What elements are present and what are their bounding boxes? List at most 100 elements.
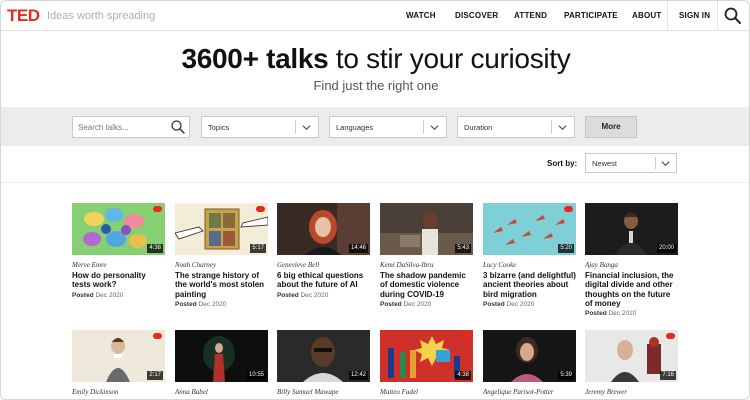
ted-badge bbox=[256, 206, 265, 212]
speaker-name: Merve Emre bbox=[72, 261, 107, 269]
talk-title[interactable]: Financial inclusion, the digital divide … bbox=[585, 271, 678, 308]
talk-title[interactable]: 3 bizarre (and delightful) ancient theor… bbox=[483, 271, 576, 299]
talk-thumbnail[interactable]: 5:43 bbox=[380, 203, 473, 255]
sign-in-link[interactable]: SIGN IN bbox=[679, 11, 710, 20]
talk-card[interactable]: 4:38 Merve Emre How do personality tests… bbox=[72, 203, 165, 299]
sort-select[interactable]: Newest bbox=[585, 153, 677, 173]
posted-date: Posted Dec 2020 bbox=[277, 291, 329, 299]
more-filters-button[interactable]: More bbox=[585, 116, 637, 138]
page-subtitle: Find just the right one bbox=[313, 78, 439, 93]
chevron-down-icon bbox=[558, 125, 567, 131]
nav-participate[interactable]: PARTICIPATE bbox=[564, 11, 618, 20]
duration-select[interactable]: Duration bbox=[457, 116, 575, 138]
ted-badge bbox=[666, 333, 675, 339]
talk-card[interactable]: 20:00 Ajay Banga Financial inclusion, th… bbox=[585, 203, 678, 317]
topics-select[interactable]: Topics bbox=[201, 116, 319, 138]
talk-title[interactable]: How do personality tests work? bbox=[72, 271, 165, 290]
talk-thumbnail[interactable]: 4:38 bbox=[72, 203, 165, 255]
duration-badge: 2:17 bbox=[147, 371, 163, 380]
talk-card[interactable]: 7:16 Jeremy Brewer bbox=[585, 330, 678, 396]
talk-thumbnail[interactable]: 10:55 bbox=[175, 330, 268, 382]
talk-thumbnail[interactable]: 5:17 bbox=[175, 203, 268, 255]
duration-badge: 14:46 bbox=[348, 244, 368, 253]
posted-date: Posted Dec 2020 bbox=[380, 300, 432, 308]
nav-about[interactable]: ABOUT bbox=[632, 11, 661, 20]
divider bbox=[1, 182, 749, 183]
talk-card[interactable]: 5:39 Angelique Parisot-Potter bbox=[483, 330, 576, 396]
select-divider bbox=[295, 120, 296, 134]
talk-thumbnail[interactable]: 5:39 bbox=[483, 330, 576, 382]
talk-thumbnail[interactable]: 7:16 bbox=[585, 330, 678, 382]
search-box bbox=[72, 116, 190, 138]
nav-watch[interactable]: WATCH bbox=[406, 11, 436, 20]
speaker-name: Matteo Fadel bbox=[380, 388, 418, 396]
posted-date: Posted Dec 2020 bbox=[175, 300, 227, 308]
search-icon[interactable] bbox=[723, 6, 743, 26]
speaker-name: Noah Charney bbox=[175, 261, 217, 269]
speaker-name: Emily Dickinson bbox=[72, 388, 119, 396]
talk-title[interactable]: 6 big ethical questions about the future… bbox=[277, 271, 370, 290]
ted-badge bbox=[564, 206, 573, 212]
chevron-down-icon bbox=[661, 161, 670, 167]
duration-badge: 4:38 bbox=[147, 244, 163, 253]
page-frame: TED Ideas worth spreading WATCH DISCOVER… bbox=[0, 0, 750, 400]
ted-logo[interactable]: TED bbox=[7, 6, 40, 26]
nav-discover[interactable]: DISCOVER bbox=[455, 11, 498, 20]
topics-label: Topics bbox=[208, 123, 230, 132]
languages-select[interactable]: Languages bbox=[329, 116, 447, 138]
talk-card[interactable]: 14:46 Genevieve Bell 6 big ethical quest… bbox=[277, 203, 370, 299]
filter-bar: Topics Languages Duration More bbox=[1, 107, 749, 146]
chevron-down-icon bbox=[302, 125, 311, 131]
speaker-name: Jeremy Brewer bbox=[585, 388, 628, 396]
speaker-name: Angelique Parisot-Potter bbox=[483, 388, 554, 396]
talk-title[interactable]: The strange history of the world's most … bbox=[175, 271, 268, 299]
talk-thumbnail[interactable]: 12:42 bbox=[277, 330, 370, 382]
talk-card[interactable]: 2:17 Emily Dickinson bbox=[72, 330, 165, 396]
speaker-name: Billy Samuel Mawape bbox=[277, 388, 339, 396]
nav-divider bbox=[667, 1, 668, 31]
talk-card[interactable]: 5:20 Lucy Cooke 3 bizarre (and delightfu… bbox=[483, 203, 576, 308]
speaker-name: Genevieve Bell bbox=[277, 261, 320, 269]
talk-card[interactable]: 12:42 Billy Samuel Mawape bbox=[277, 330, 370, 396]
search-icon[interactable] bbox=[170, 119, 186, 135]
talk-card[interactable]: 5:43 Kemi DaSilva-Ibru The shadow pandem… bbox=[380, 203, 473, 308]
talk-card[interactable]: 5:17 Noah Charney The strange history of… bbox=[175, 203, 268, 308]
duration-badge: 5:39 bbox=[558, 371, 574, 380]
duration-badge: 5:20 bbox=[558, 244, 574, 253]
talk-card[interactable]: 4:38 Matteo Fadel bbox=[380, 330, 473, 396]
duration-badge: 10:55 bbox=[246, 371, 266, 380]
posted-date: Posted Dec 2020 bbox=[72, 291, 124, 299]
top-header: TED Ideas worth spreading WATCH DISCOVER… bbox=[1, 1, 749, 31]
select-divider bbox=[423, 120, 424, 134]
chevron-down-icon bbox=[430, 125, 439, 131]
ted-badge bbox=[153, 333, 162, 339]
ted-badge bbox=[461, 333, 470, 339]
nav-divider bbox=[717, 1, 718, 31]
duration-badge: 7:16 bbox=[660, 371, 676, 380]
speaker-name: Kemi DaSilva-Ibru bbox=[380, 261, 434, 269]
nav-attend[interactable]: ATTEND bbox=[514, 11, 547, 20]
duration-badge: 20:00 bbox=[656, 244, 676, 253]
talk-card[interactable]: 10:55 Anna Babel bbox=[175, 330, 268, 396]
talk-thumbnail[interactable]: 5:20 bbox=[483, 203, 576, 255]
duration-badge: 5:43 bbox=[455, 244, 471, 253]
posted-date: Posted Dec 2020 bbox=[483, 300, 535, 308]
search-input[interactable] bbox=[73, 117, 169, 137]
talk-thumbnail[interactable]: 20:00 bbox=[585, 203, 678, 255]
sort-value: Newest bbox=[592, 159, 618, 168]
talk-thumbnail[interactable]: 14:46 bbox=[277, 203, 370, 255]
duration-label: Duration bbox=[464, 123, 493, 132]
tagline: Ideas worth spreading bbox=[47, 10, 156, 22]
select-divider bbox=[551, 120, 552, 134]
talk-title[interactable]: The shadow pandemic of domestic violence… bbox=[380, 271, 473, 299]
duration-badge: 5:17 bbox=[250, 244, 266, 253]
speaker-name: Ajay Banga bbox=[585, 261, 618, 269]
duration-badge: 4:38 bbox=[455, 371, 471, 380]
talk-thumbnail[interactable]: 2:17 bbox=[72, 330, 165, 382]
ted-badge bbox=[153, 206, 162, 212]
duration-badge: 12:42 bbox=[348, 371, 368, 380]
speaker-name: Lucy Cooke bbox=[483, 261, 517, 269]
page-title: 3600+ talks to stir your curiosity bbox=[181, 43, 571, 74]
talk-thumbnail[interactable]: 4:38 bbox=[380, 330, 473, 382]
speaker-name: Anna Babel bbox=[175, 388, 208, 396]
